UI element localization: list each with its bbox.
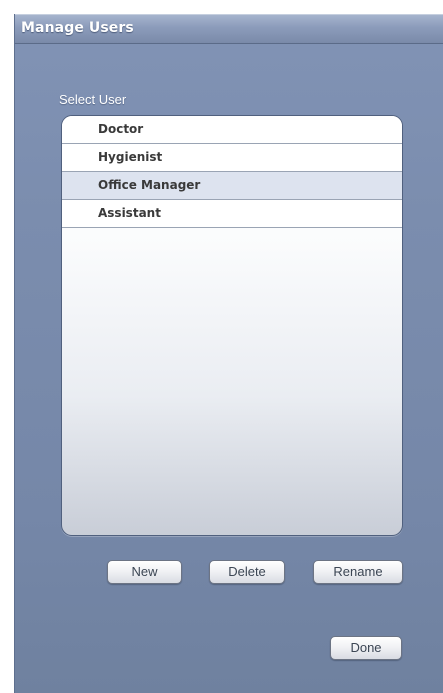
list-item-assistant[interactable]: Assistant — [62, 200, 402, 228]
list-item-label: Assistant — [98, 206, 161, 220]
user-list[interactable]: Doctor Hygienist Office Manager Assistan… — [61, 115, 403, 536]
rename-button[interactable]: Rename — [313, 560, 403, 584]
title-bar: Manage Users — [15, 14, 443, 44]
done-button[interactable]: Done — [330, 636, 402, 660]
list-item-label: Doctor — [98, 122, 144, 136]
list-item-label: Hygienist — [98, 150, 163, 164]
dialog-title: Manage Users — [21, 20, 134, 36]
list-item-office-manager[interactable]: Office Manager — [62, 172, 402, 200]
manage-users-dialog: Manage Users Select User Doctor Hygienis… — [14, 14, 443, 693]
new-button[interactable]: New — [107, 560, 182, 584]
list-item-label: Office Manager — [98, 178, 201, 192]
list-item-hygienist[interactable]: Hygienist — [62, 144, 402, 172]
list-item-doctor[interactable]: Doctor — [62, 116, 402, 144]
delete-button[interactable]: Delete — [209, 560, 285, 584]
select-user-label: Select User — [59, 92, 127, 107]
